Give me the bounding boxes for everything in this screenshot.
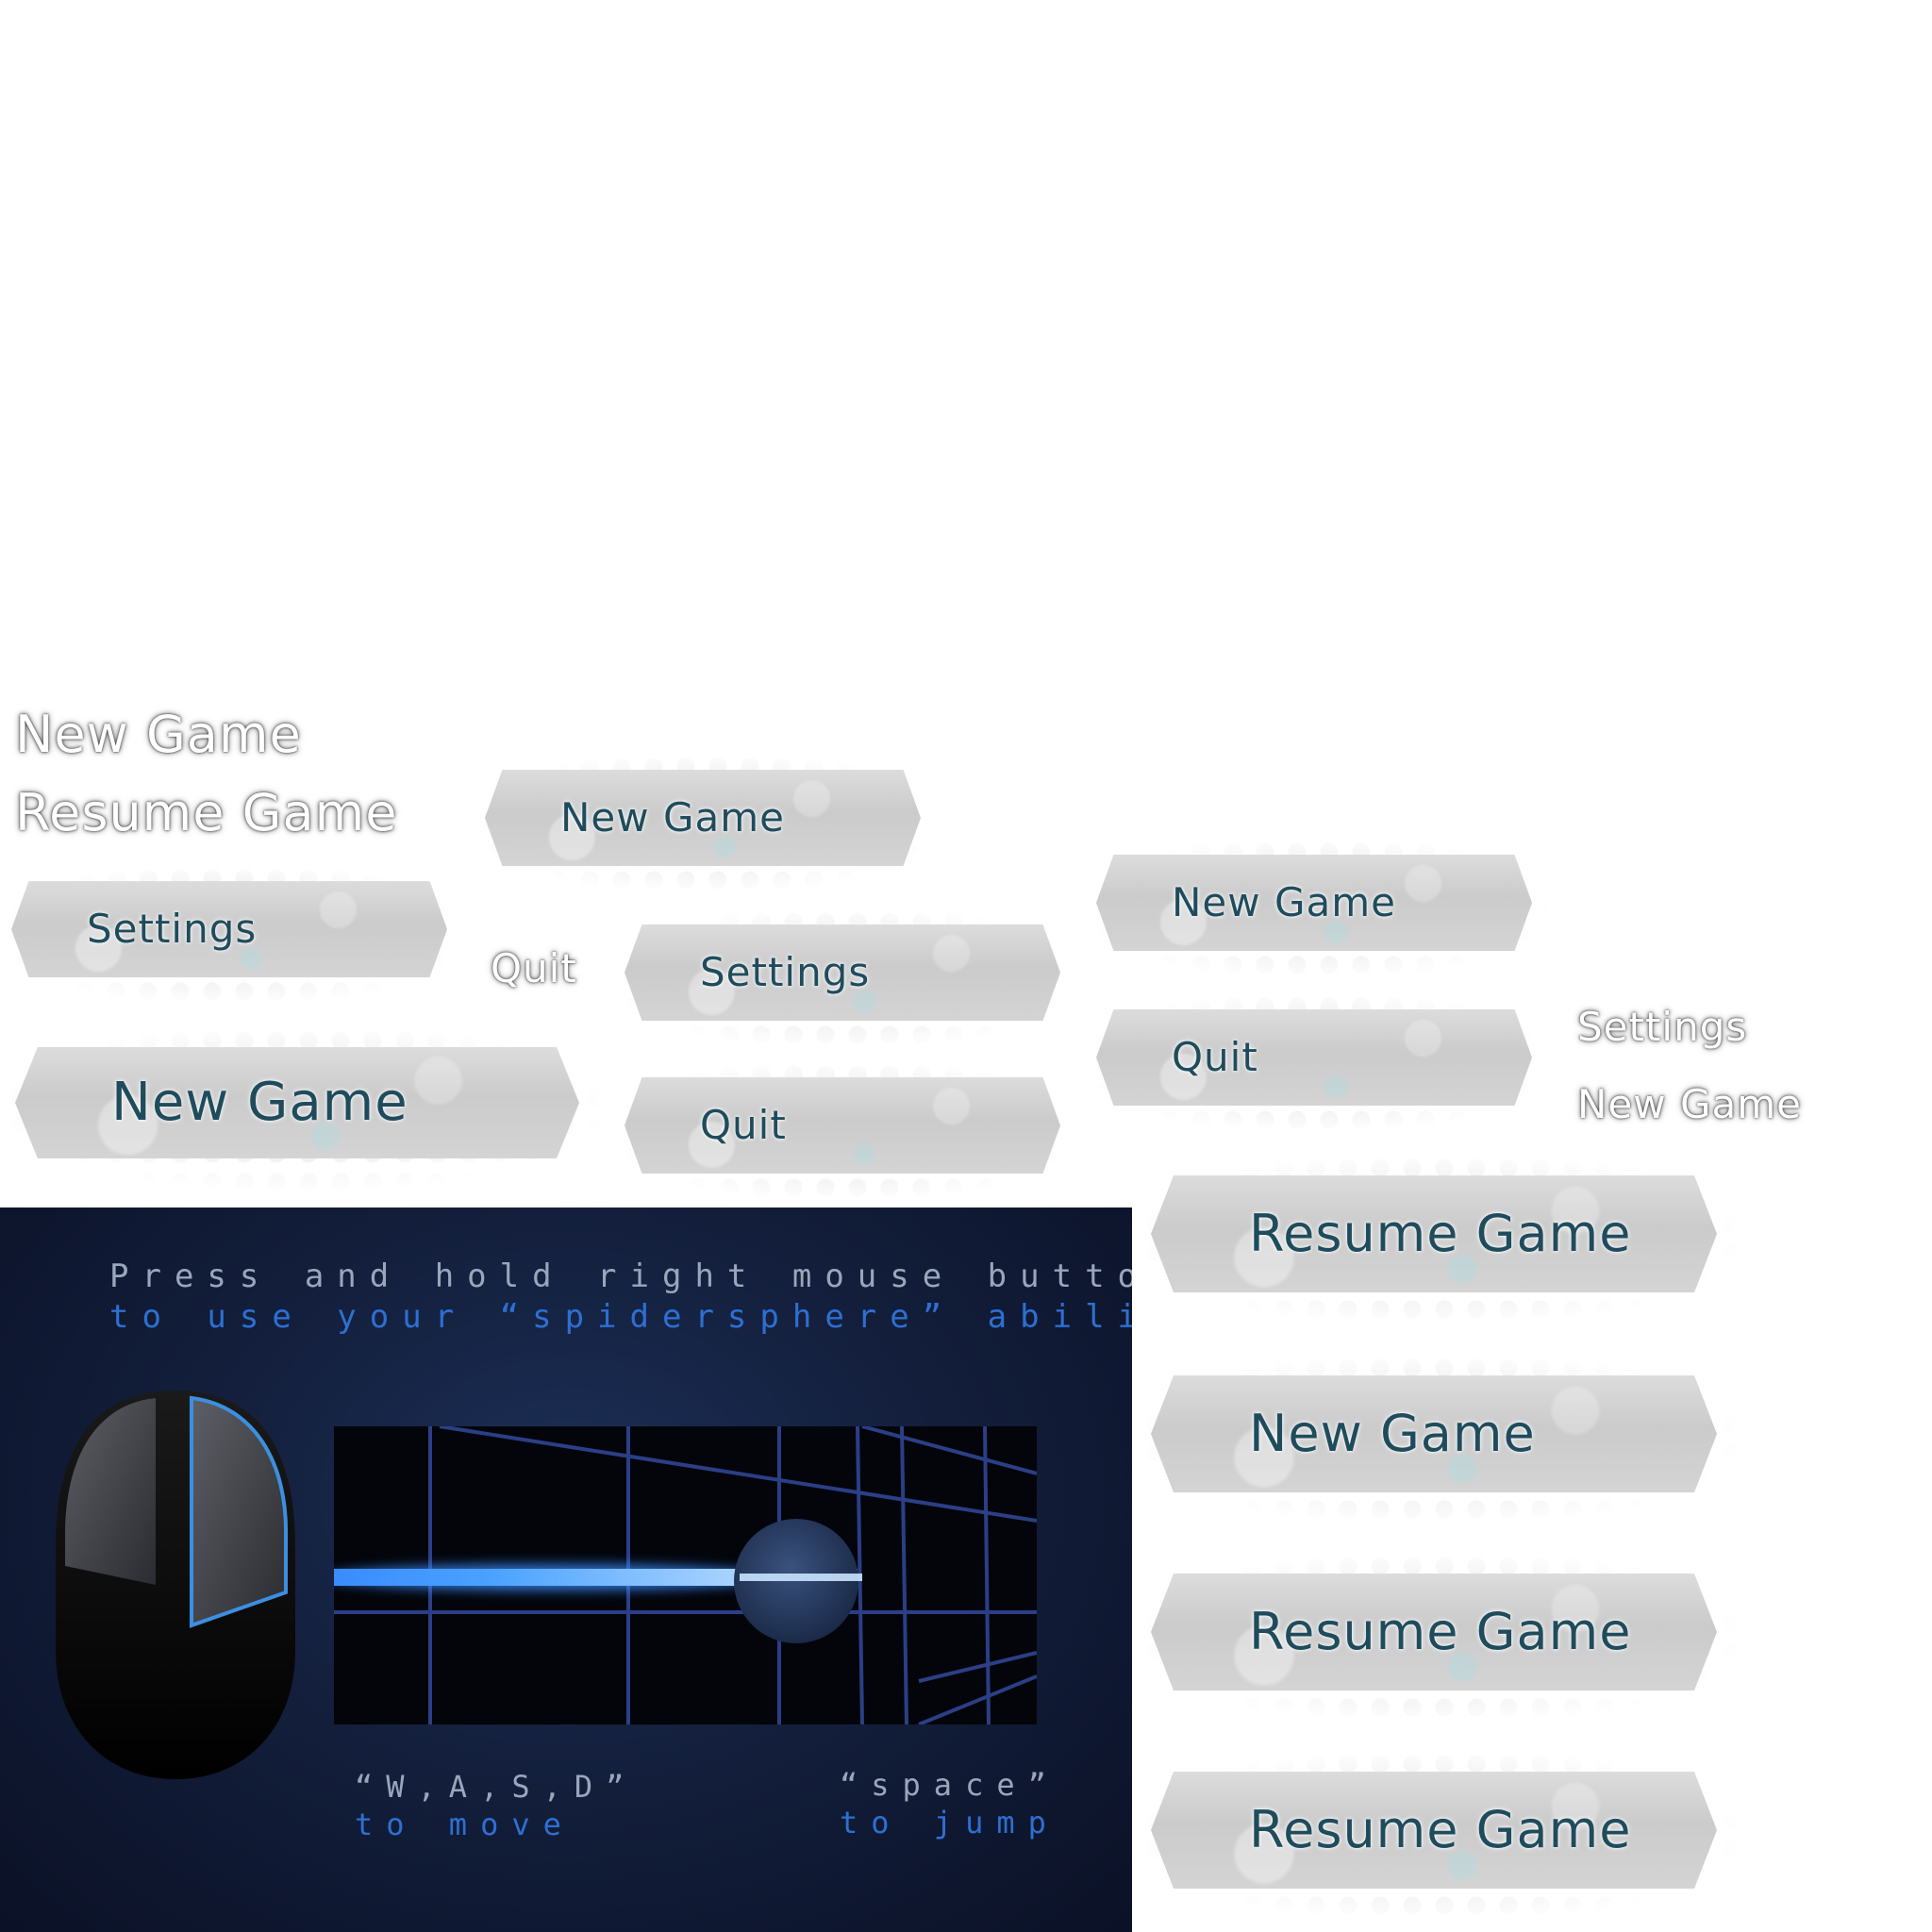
resume-game-button-2[interactable]: Resume Game [1134, 1547, 1740, 1726]
resume-game-label-plain[interactable]: Resume Game [15, 788, 397, 839]
settings-button[interactable]: Settings [0, 859, 465, 1007]
resume-game-button[interactable]: Resume Game [1134, 1149, 1740, 1328]
quit-button[interactable]: Quit [611, 1056, 1078, 1203]
button-label: Settings [700, 949, 871, 995]
settings-button-2[interactable]: Settings [611, 903, 1078, 1050]
wasd-action-label: to move [355, 1807, 575, 1842]
space-action-label: to jump [840, 1805, 1059, 1840]
new-game-label-plain-2[interactable]: New Game [1577, 1085, 1802, 1124]
button-label: Resume Game [1249, 1800, 1632, 1859]
tutorial-line-2: to use your “spidersphere” ability [109, 1298, 1132, 1336]
button-label: New Game [111, 1072, 408, 1133]
beam-core [740, 1574, 862, 1581]
new-game-button[interactable]: New Game [472, 748, 939, 895]
button-label: Resume Game [1249, 1204, 1632, 1263]
button-label: Quit [1172, 1034, 1258, 1080]
new-game-button-3[interactable]: New Game [1134, 1349, 1740, 1528]
button-label: New Game [1249, 1404, 1536, 1463]
button-plate [1096, 1009, 1532, 1106]
quit-button-2[interactable]: Quit [1083, 988, 1550, 1135]
mouse-right-button[interactable] [190, 1395, 289, 1628]
new-game-label-plain[interactable]: New Game [15, 709, 302, 760]
tutorial-line-1: Press and hold right mouse button [109, 1257, 1132, 1295]
settings-label-plain[interactable]: Settings [1577, 1008, 1747, 1047]
space-key-label: “space” [840, 1767, 1059, 1803]
button-label: New Game [560, 794, 785, 841]
wasd-key-label: “W,A,S,D” [355, 1769, 638, 1805]
resume-game-button-3[interactable]: Resume Game [1134, 1745, 1740, 1924]
mouse-icon [56, 1391, 295, 1779]
button-plate [625, 1077, 1060, 1174]
controls-tutorial-panel: Press and hold right mouse button to use… [0, 1208, 1132, 1932]
button-label: Settings [87, 906, 258, 952]
mouse-left-button [65, 1398, 156, 1585]
spidersphere-demo-scene [334, 1426, 1037, 1724]
new-game-button-large[interactable]: New Game [0, 1023, 602, 1192]
quit-label-plain[interactable]: Quit [491, 949, 577, 989]
new-game-button-2[interactable]: New Game [1083, 833, 1550, 980]
button-label: Quit [700, 1102, 787, 1148]
button-label: Resume Game [1249, 1602, 1632, 1661]
button-label: New Game [1172, 879, 1396, 925]
